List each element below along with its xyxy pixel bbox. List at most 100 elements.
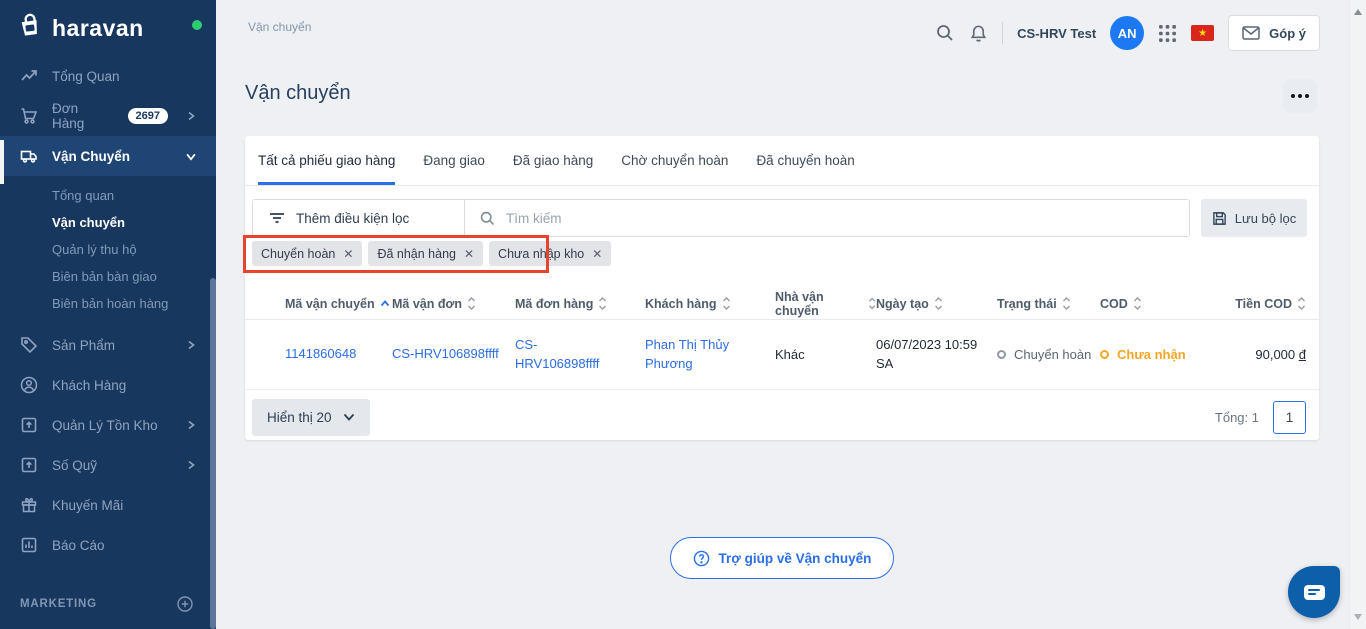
submenu-item-bien-ban-hoan-hang[interactable]: Biên bản hoàn hàng — [0, 290, 216, 317]
submenu-item-bien-ban-ban-giao[interactable]: Biên bản bàn giao — [0, 263, 216, 290]
sort-asc-icon — [380, 300, 390, 307]
total-count-label: Tổng: 1 — [1215, 410, 1259, 425]
cart-icon — [20, 107, 38, 125]
search-icon[interactable] — [935, 23, 955, 43]
page-title: Vận chuyển — [245, 82, 351, 105]
sidebar-item-bao-cao[interactable]: Báo Cáo — [0, 525, 216, 565]
sidebar-item-van-chuyen[interactable]: Vận Chuyển — [0, 136, 216, 176]
chip-close-icon[interactable]: ✕ — [592, 248, 602, 260]
order-code-link[interactable]: CS-HRV106898ffff — [515, 336, 645, 374]
sort-icon — [1062, 297, 1071, 310]
chevron-right-icon — [182, 111, 200, 121]
chevron-right-icon — [182, 460, 200, 470]
column-header-ma-don-hang[interactable]: Mã đơn hàng — [515, 297, 645, 311]
tab-da-giao-hang[interactable]: Đã giao hàng — [513, 136, 593, 185]
sidebar-item-khach-hang[interactable]: Khách Hàng — [0, 365, 216, 405]
sort-icon — [868, 297, 876, 310]
tracking-code-link[interactable]: CS-HRV106898ffff — [392, 345, 515, 364]
orders-count-badge: 2697 — [128, 108, 168, 124]
feedback-button[interactable]: Góp ý — [1228, 15, 1320, 51]
carrier-cell: Khác — [775, 347, 876, 362]
created-at-cell: 06/07/2023 10:59 SA — [876, 336, 997, 374]
sidebar-item-don-hang[interactable]: Đơn Hàng 2697 — [0, 96, 216, 136]
scroll-up-arrow-icon[interactable] — [1354, 9, 1362, 15]
submenu-item-quan-ly-thu-ho[interactable]: Quản lý thu hộ — [0, 236, 216, 263]
main-content: Vận chuyển CS-HRV Test AN ★ Góp ý Vận ch… — [216, 0, 1366, 629]
shipments-card: Tất cả phiếu giao hàng Đang giao Đã giao… — [245, 136, 1319, 440]
sort-icon — [1133, 297, 1142, 310]
column-header-trang-thai[interactable]: Trạng thái — [997, 297, 1100, 311]
sidebar-item-google-ads[interactable]: G Google Ads — [0, 621, 216, 629]
sidebar: haravan Tổng Quan Đơn Hàng 2697 Vận Chuy… — [0, 0, 216, 629]
avatar[interactable]: AN — [1110, 16, 1144, 50]
breadcrumb[interactable]: Vận chuyển — [248, 20, 311, 34]
more-options-button[interactable] — [1283, 79, 1317, 113]
column-header-ngay-tao[interactable]: Ngày tạo — [876, 297, 997, 311]
sidebar-item-san-pham[interactable]: Sản Phẩm — [0, 325, 216, 365]
account-name[interactable]: CS-HRV Test — [1017, 26, 1096, 41]
sort-icon — [1297, 297, 1306, 310]
envelope-icon — [1242, 26, 1260, 40]
chevron-down-icon — [182, 151, 200, 162]
filter-search-group: Thêm điều kiện lọc — [252, 199, 1190, 237]
shopping-bag-logo-icon — [16, 11, 46, 46]
report-icon — [20, 536, 38, 554]
notification-bell-icon[interactable] — [969, 24, 988, 43]
chip-close-icon[interactable]: ✕ — [464, 248, 474, 260]
apps-grid-icon[interactable] — [1158, 24, 1177, 43]
line-chart-icon — [20, 67, 38, 85]
column-header-ma-van-don[interactable]: Mã vận đơn — [392, 297, 515, 311]
sort-icon — [934, 297, 943, 310]
divider — [1002, 22, 1003, 44]
sidebar-item-quan-ly-ton-kho[interactable]: Quản Lý Tồn Kho — [0, 405, 216, 445]
filter-chip-da-nhan-hang[interactable]: Đã nhận hàng ✕ — [368, 241, 483, 266]
chat-widget-button[interactable] — [1288, 566, 1340, 618]
status-online-dot — [192, 20, 202, 30]
add-filter-button[interactable]: Thêm điều kiện lọc — [253, 200, 465, 236]
filter-chip-chua-nhap-kho[interactable]: Chưa nhập kho ✕ — [489, 241, 611, 266]
save-filter-button[interactable]: Lưu bộ lọc — [1201, 199, 1307, 237]
search-input[interactable] — [506, 211, 1175, 226]
sidebar-item-khuyen-mai[interactable]: Khuyến Mãi — [0, 485, 216, 525]
vietnam-flag-icon[interactable]: ★ — [1191, 25, 1214, 41]
page-size-dropdown[interactable]: Hiển thị 20 — [252, 399, 370, 436]
status-tabs: Tất cả phiếu giao hàng Đang giao Đã giao… — [245, 136, 1319, 186]
sidebar-item-tong-quan[interactable]: Tổng Quan — [0, 56, 216, 96]
tab-da-chuyen-hoan[interactable]: Đã chuyển hoàn — [756, 136, 854, 185]
column-header-nha-van-chuyen[interactable]: Nhà vận chuyển — [775, 290, 876, 318]
submenu-item-van-chuyen[interactable]: Vận chuyển — [0, 209, 216, 236]
marketing-section-header: MARKETING — [0, 587, 216, 621]
status-ring-icon — [997, 350, 1006, 359]
tab-dang-giao[interactable]: Đang giao — [423, 136, 485, 185]
page-number-button[interactable]: 1 — [1273, 401, 1306, 434]
cod-amount-cell: 90,000 đ — [1195, 347, 1306, 362]
chip-close-icon[interactable]: ✕ — [343, 248, 353, 260]
search-field-wrap — [465, 200, 1189, 236]
haravan-logo[interactable]: haravan — [0, 0, 216, 56]
currency-symbol: đ — [1299, 347, 1306, 362]
status-cell: Chuyển hoàn — [997, 347, 1100, 362]
filter-chip-chuyen-hoan[interactable]: Chuyển hoàn ✕ — [252, 241, 362, 266]
column-header-ma-van-chuyen[interactable]: Mã vận chuyển — [285, 297, 392, 311]
column-header-tien-cod[interactable]: Tiền COD — [1195, 297, 1306, 311]
scroll-down-arrow-icon[interactable] — [1354, 614, 1362, 620]
shipment-code-link[interactable]: 1141860648 — [285, 345, 392, 364]
page-scrollbar[interactable] — [1349, 0, 1366, 629]
chat-icon — [1304, 585, 1325, 600]
submenu-item-tong-quan[interactable]: Tổng quan — [0, 182, 216, 209]
sidebar-scrollbar[interactable] — [210, 278, 216, 629]
customer-link[interactable]: Phan Thị Thủy Phương — [645, 336, 775, 374]
question-circle-icon — [693, 550, 710, 567]
shipping-submenu: Tổng quan Vận chuyển Quản lý thu hộ Biên… — [0, 176, 216, 325]
tag-icon — [20, 336, 38, 354]
column-header-khach-hang[interactable]: Khách hàng — [645, 297, 775, 311]
column-header-cod[interactable]: COD — [1100, 297, 1195, 311]
sidebar-item-so-quy[interactable]: Số Quỹ — [0, 445, 216, 485]
plus-circle-icon[interactable] — [176, 595, 194, 613]
tab-all-shipments[interactable]: Tất cả phiếu giao hàng — [258, 136, 395, 185]
help-button[interactable]: Trợ giúp về Vận chuyển — [670, 537, 895, 579]
tab-cho-chuyen-hoan[interactable]: Chờ chuyển hoàn — [621, 136, 728, 185]
truck-icon — [20, 147, 38, 165]
sort-icon — [722, 297, 731, 310]
logo-text: haravan — [52, 15, 144, 42]
